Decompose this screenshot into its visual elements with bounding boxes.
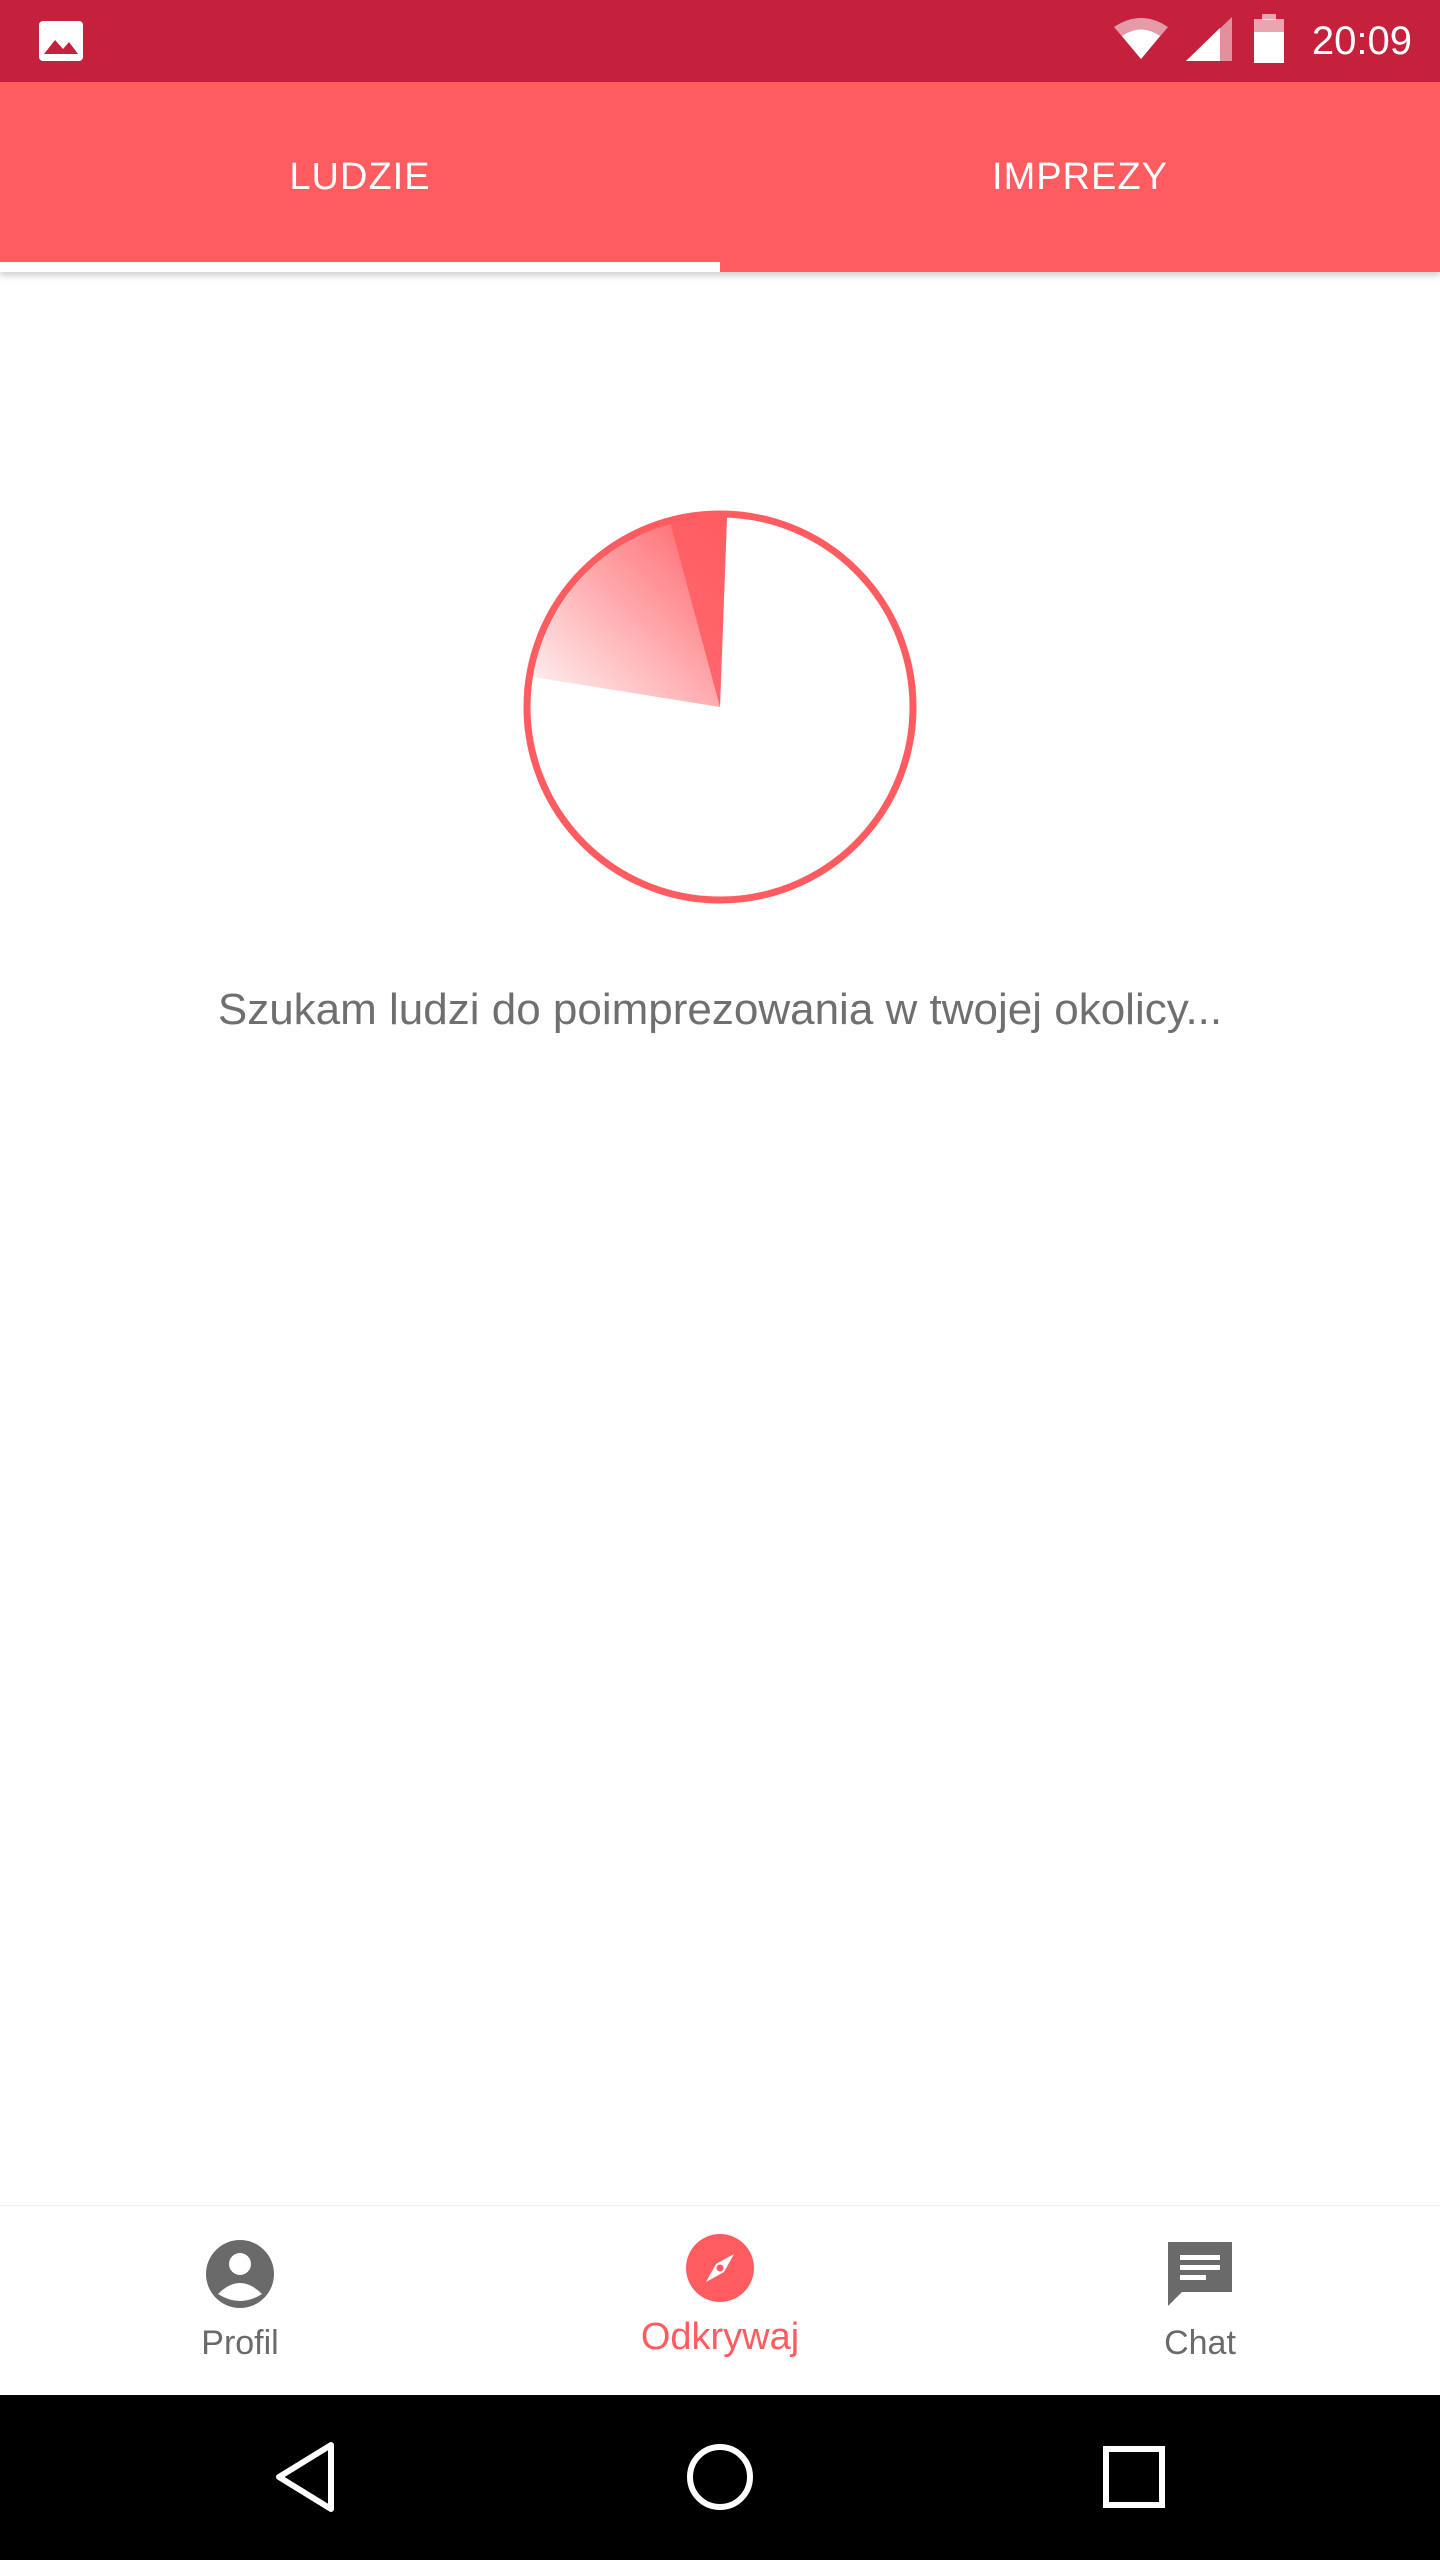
cellular-signal-icon <box>1184 15 1234 68</box>
battery-icon <box>1252 13 1286 69</box>
account-circle-icon <box>204 2238 276 2310</box>
back-icon[interactable] <box>265 2435 349 2519</box>
tab-label: IMPREZY <box>992 155 1168 198</box>
radar-loader <box>520 507 920 907</box>
tab-bar: LUDZIE IMPREZY <box>0 82 1440 272</box>
compass-icon <box>684 2232 756 2304</box>
recents-icon[interactable] <box>1092 2435 1176 2519</box>
home-icon[interactable] <box>678 2435 762 2519</box>
active-tab-indicator <box>0 262 720 272</box>
status-icons: 20:09 <box>1112 0 1412 82</box>
chat-icon <box>1164 2238 1236 2310</box>
nav-profil[interactable]: Profil <box>0 2206 480 2396</box>
nav-label: Odkrywaj <box>640 2316 800 2358</box>
nav-chat[interactable]: Chat <box>960 2206 1440 2396</box>
system-navigation-bar <box>0 2395 1440 2560</box>
nav-label: Profil <box>201 2324 279 2362</box>
tab-imprezy[interactable]: IMPREZY <box>720 82 1440 272</box>
clock: 20:09 <box>1311 18 1412 63</box>
wifi-icon <box>1112 17 1170 66</box>
searching-message: Szukam ludzi do poimprezowania w twojej … <box>217 985 1223 1034</box>
tab-ludzie[interactable]: LUDZIE <box>0 82 720 272</box>
gallery-notification-icon <box>38 20 84 62</box>
status-bar: 20:09 <box>0 0 1440 82</box>
tab-label: LUDZIE <box>289 155 431 198</box>
nav-label: Chat <box>1164 2324 1236 2362</box>
nav-odkrywaj[interactable]: Odkrywaj <box>480 2206 960 2396</box>
bottom-navigation: Profil Odkrywaj Chat <box>0 2205 1440 2396</box>
